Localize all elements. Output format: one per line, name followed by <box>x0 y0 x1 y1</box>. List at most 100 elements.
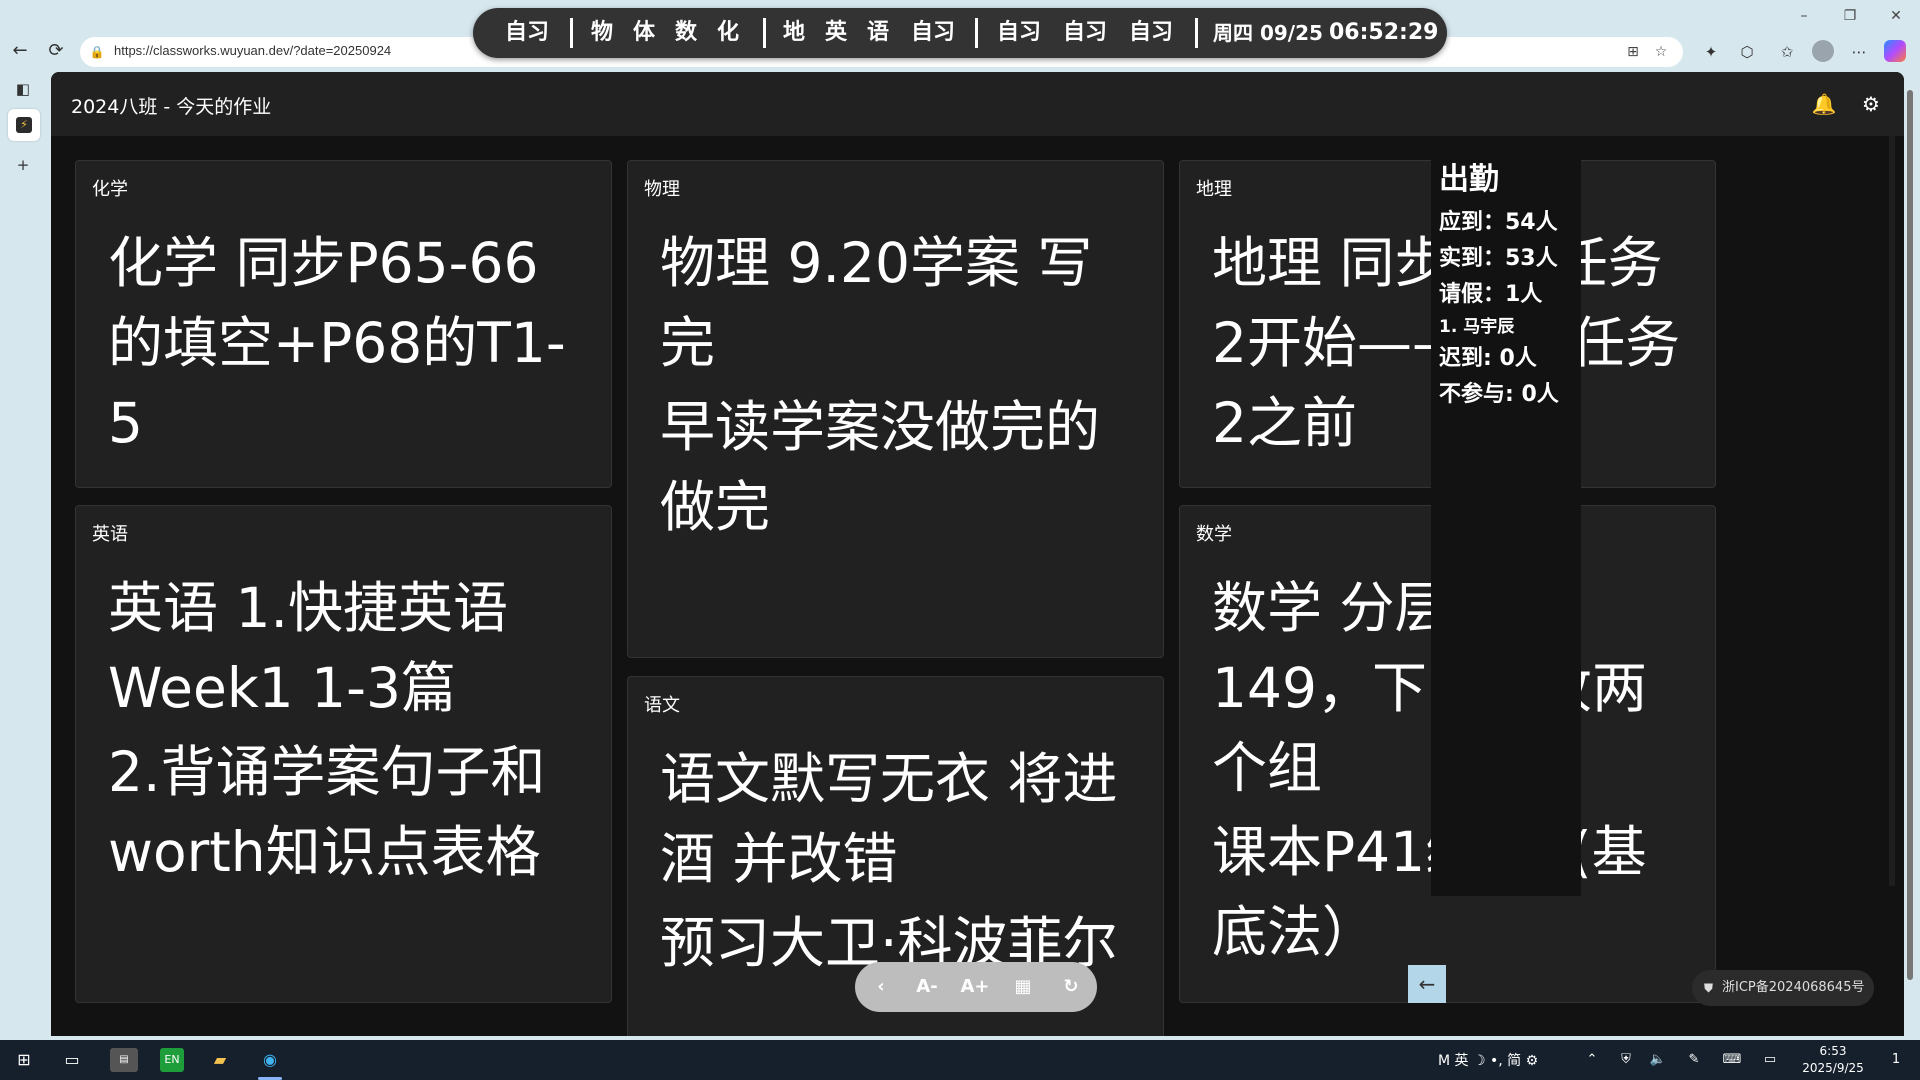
shield-icon: ⛊ <box>1704 981 1714 995</box>
tab-classworks[interactable]: ⚡ <box>8 109 40 141</box>
tab-actions-icon[interactable]: ◧ <box>10 76 36 102</box>
schedule-divider <box>975 18 978 48</box>
web-page: 2024八班 - 今天的作业 🔔 ⚙ 化学 化学 同步P65-66的填空+P68… <box>51 72 1904 1036</box>
icp-text: 浙ICP备2024068645号 <box>1722 980 1865 995</box>
card-title: 语文 <box>644 695 680 716</box>
notification-icon[interactable]: 1 <box>1884 1048 1908 1072</box>
taskbar-clock[interactable]: 6:53 2025/9/25 <box>1788 1043 1878 1077</box>
collapse-arrow-button[interactable]: ← <box>1408 965 1446 1003</box>
attendance-leave: 请假：1人 <box>1439 282 1543 307</box>
gear-icon[interactable]: ⚙ <box>1857 90 1885 118</box>
extension-icon[interactable]: ✦ <box>1698 39 1724 65</box>
schedule-period: 自习 <box>1129 20 1174 45</box>
new-tab-icon[interactable]: + <box>10 152 36 178</box>
volume-icon[interactable]: 🔈 <box>1646 1048 1670 1072</box>
attendance-title: 出勤 <box>1439 162 1499 197</box>
schedule-divider <box>570 18 573 48</box>
panel-scrollbar[interactable] <box>1889 136 1895 886</box>
refresh-icon[interactable]: ⟳ <box>42 38 70 64</box>
card-content: 英语 1.快捷英语Week1 1-3篇 2.背诵学案句子和worth知识点表格 <box>108 568 587 896</box>
schedule-period: 地 <box>783 20 806 45</box>
icp-badge[interactable]: ⛊ 浙ICP备2024068645号 <box>1692 970 1874 1006</box>
card-content: 语文默写无衣 将进酒 并改错 预习大卫·科波菲尔 <box>660 739 1139 987</box>
card-physics[interactable]: 物理 物理 9.20学案 写完 早读学案没做完的做完 <box>627 160 1164 658</box>
task-view-icon[interactable]: ▭ <box>60 1048 84 1072</box>
schedule-period: 自习 <box>911 20 956 45</box>
app-header: 2024八班 - 今天的作业 🔔 ⚙ <box>51 72 1904 136</box>
card-title: 物理 <box>644 179 680 200</box>
scrollbar-thumb[interactable] <box>1907 90 1913 980</box>
homework-line: 英语 1.快捷英语Week1 1-3篇 <box>108 576 508 720</box>
more-menu-icon[interactable]: ⋯ <box>1846 39 1872 65</box>
clock-date: 2025/9/25 <box>1802 1061 1864 1075</box>
edge-browser-icon[interactable]: ◉ <box>258 1048 282 1072</box>
schedule-period: 自习 <box>505 20 550 45</box>
minimize-button[interactable]: – <box>1784 4 1824 28</box>
card-english[interactable]: 英语 英语 1.快捷英语Week1 1-3篇 2.背诵学案句子和worth知识点… <box>75 505 612 1003</box>
homework-line: 语文默写无衣 将进酒 并改错 <box>660 747 1118 891</box>
file-explorer-icon[interactable]: ▰ <box>208 1048 232 1072</box>
schedule-period: 英 <box>825 20 848 45</box>
classworks-favicon-icon: ⚡ <box>16 117 32 133</box>
schedule-date: 周四 09/25 <box>1213 21 1323 45</box>
attendance-late: 迟到: 0人 <box>1439 346 1537 371</box>
card-content: 化学 同步P65-66的填空+P68的T1-5 <box>108 223 587 467</box>
attendance-expected: 应到：54人 <box>1439 210 1558 235</box>
font-decrease-icon[interactable]: A- <box>911 971 943 1003</box>
close-button[interactable]: ✕ <box>1876 4 1916 28</box>
refresh-icon[interactable]: ↻ <box>1055 971 1087 1003</box>
extensions-puzzle-icon[interactable]: ⬡ <box>1734 39 1760 65</box>
schedule-period: 自习 <box>1063 20 1108 45</box>
card-title: 地理 <box>1196 179 1232 200</box>
bell-icon[interactable]: 🔔 <box>1810 90 1838 118</box>
keyboard-icon[interactable]: ⌨ <box>1720 1048 1744 1072</box>
floating-toolbar: ‹ A- A+ ▦ ↻ <box>855 962 1097 1012</box>
favorites-icon[interactable]: ✩ <box>1774 39 1800 65</box>
homework-line: 2.背诵学案句子和worth知识点表格 <box>108 740 546 884</box>
schedule-period: 自习 <box>997 20 1042 45</box>
schedule-divider <box>1195 18 1198 48</box>
font-increase-icon[interactable]: A+ <box>959 971 991 1003</box>
security-icon[interactable]: ⛨ <box>1614 1048 1638 1072</box>
card-content: 物理 9.20学案 写完 早读学案没做完的做完 <box>660 223 1139 551</box>
schedule-period: 化 <box>717 20 740 45</box>
en-app-icon[interactable]: EN <box>160 1048 184 1072</box>
restore-button[interactable]: ❐ <box>1830 4 1870 28</box>
favorite-star-icon[interactable]: ☆ <box>1651 42 1671 62</box>
notification-count: 1 <box>1891 1052 1901 1067</box>
address-url[interactable]: https://classworks.wuyuan.dev/?date=2025… <box>114 43 391 58</box>
card-title: 数学 <box>1196 524 1232 545</box>
attendance-panel[interactable]: 出勤 应到：54人 实到：53人 请假：1人 1. 马宇辰 迟到: 0人 不参与… <box>1431 136 1581 896</box>
card-title: 化学 <box>92 179 128 200</box>
browser-scrollbar[interactable] <box>1904 72 1916 1036</box>
schedule-clock: 06:52:29 <box>1329 20 1439 45</box>
pen-icon[interactable]: ✎ <box>1682 1048 1706 1072</box>
chevron-left-icon[interactable]: ‹ <box>865 971 897 1003</box>
profile-avatar[interactable] <box>1812 40 1834 62</box>
schedule-period: 数 <box>675 20 698 45</box>
homework-line: 化学 同步P65-66的填空+P68的T1-5 <box>108 231 566 455</box>
calendar-icon[interactable]: ▦ <box>1007 971 1039 1003</box>
card-chemistry[interactable]: 化学 化学 同步P65-66的填空+P68的T1-5 <box>75 160 612 488</box>
schedule-divider <box>763 18 766 48</box>
chevron-up-icon[interactable]: ⌃ <box>1580 1048 1604 1072</box>
site-info-icon[interactable]: 🔒 <box>88 43 106 61</box>
app-icon[interactable]: ▤ <box>110 1048 138 1072</box>
windows-start-icon[interactable]: ⊞ <box>12 1048 36 1072</box>
homework-line: 早读学案没做完的做完 <box>660 395 1101 539</box>
back-arrow-icon[interactable]: ← <box>6 38 34 64</box>
app-available-icon[interactable]: ⊞ <box>1623 42 1643 62</box>
schedule-period: 物 <box>591 20 614 45</box>
copilot-icon[interactable] <box>1884 40 1906 62</box>
attendance-leave-names: 1. 马宇辰 <box>1439 317 1515 337</box>
attendance-absent: 不参与: 0人 <box>1439 382 1559 407</box>
schedule-period: 体 <box>633 20 656 45</box>
vertical-tab-strip: ◧ ⚡ + <box>0 66 50 1036</box>
display-icon[interactable]: ▭ <box>1758 1048 1782 1072</box>
page-title: 2024八班 - 今天的作业 <box>71 96 272 118</box>
clock-time: 6:53 <box>1819 1044 1847 1058</box>
ime-indicator[interactable]: M 英 ☽ •, 简 ⚙ <box>1438 1050 1538 1070</box>
homework-line: 物理 9.20学案 写完 <box>660 231 1093 375</box>
card-title: 英语 <box>92 524 128 545</box>
windows-taskbar: ⊞ ▭ ▤ EN ▰ ◉ M 英 ☽ •, 简 ⚙ ⌃ ⛨ 🔈 ✎ ⌨ ▭ 6:… <box>0 1040 1920 1080</box>
